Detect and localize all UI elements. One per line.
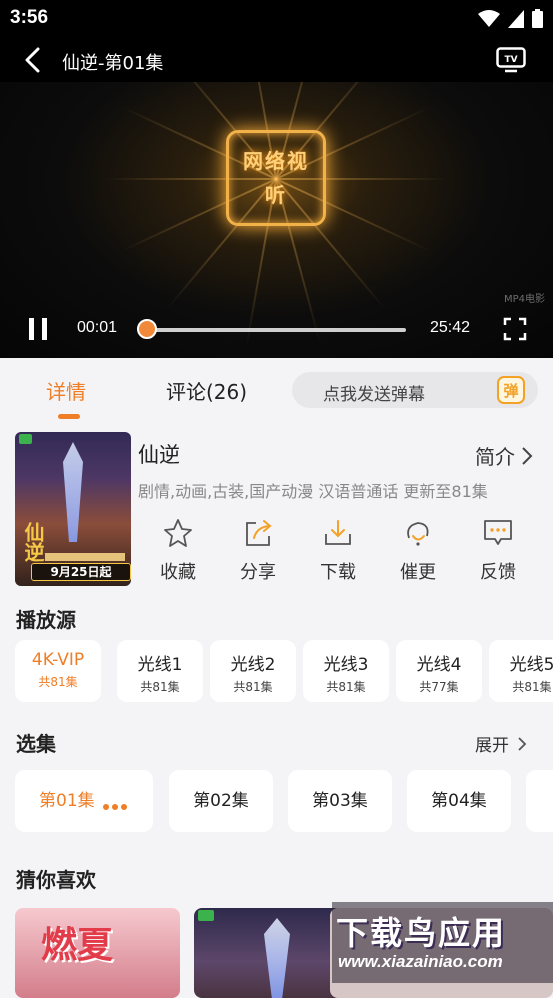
danmu-placeholder: 点我发送弹幕	[323, 385, 425, 405]
broadcast-logo: 网络视听	[226, 130, 326, 226]
source-item[interactable]: 光线3 共81集	[303, 640, 389, 702]
back-arrow-icon[interactable]	[22, 47, 46, 73]
tab-details[interactable]: 详情	[46, 376, 86, 405]
sources-title: 播放源	[16, 608, 76, 632]
site-watermark: 下载鸟应用 www.xiazainiao.com	[332, 902, 553, 983]
download-button[interactable]: 下载	[303, 516, 373, 584]
cover-strip	[45, 553, 125, 561]
source-item[interactable]: 光线2 共81集	[210, 640, 296, 702]
progress-bar[interactable]	[146, 328, 406, 332]
show-cover[interactable]: 仙逆 9月25日起	[15, 432, 131, 586]
feedback-label: 反馈	[480, 562, 516, 583]
tab-comments[interactable]: 评论(26)	[166, 376, 247, 405]
recommend-card[interactable]: 燃夏	[15, 908, 180, 998]
logo-text: 网络视听	[243, 149, 309, 207]
episode-list: 第01集 第02集 第03集 第04集	[15, 770, 553, 832]
danmu-badge-icon[interactable]: 弹	[497, 376, 525, 404]
signal-icon	[508, 9, 524, 28]
recommend-poster-title: 燃夏	[41, 924, 114, 966]
share-button[interactable]: 分享	[223, 516, 293, 584]
cover-tag	[19, 434, 32, 444]
source-count: 共81集	[512, 680, 552, 694]
site-watermark-url: www.xiazainiao.com	[338, 952, 503, 971]
battery-icon	[532, 9, 543, 28]
intro-link[interactable]: 简介	[475, 441, 533, 470]
site-watermark-title: 下载鸟应用	[336, 914, 507, 952]
source-name: 光线2	[230, 655, 276, 675]
download-label: 下载	[320, 562, 356, 583]
playing-indicator-icon	[103, 804, 127, 810]
fullscreen-icon[interactable]	[503, 317, 527, 341]
tab-indicator	[58, 414, 80, 419]
duration: 25:42	[430, 319, 471, 336]
remind-icon	[407, 522, 429, 546]
action-row: 收藏 分享 下载 催更 反馈	[138, 516, 538, 586]
episode-label: 第04集	[431, 791, 487, 811]
recommend-title: 猜你喜欢	[16, 868, 96, 892]
source-name: 光线5	[509, 655, 553, 675]
episode-item[interactable]: 第01集	[15, 770, 153, 832]
feedback-button[interactable]: 反馈	[463, 516, 533, 584]
share-label: 分享	[240, 562, 276, 583]
video-title: 仙逆-第01集	[62, 53, 164, 74]
source-item[interactable]: 光线4 共77集	[396, 640, 482, 702]
star-icon	[164, 519, 192, 547]
show-title: 仙逆	[138, 443, 180, 467]
tab-bar: 详情 评论(26) 点我发送弹幕 弹	[0, 358, 553, 422]
source-name: 光线3	[323, 655, 369, 675]
episode-label: 第01集	[39, 791, 95, 811]
chevron-right-icon	[518, 736, 527, 751]
chevron-right-icon	[522, 446, 533, 465]
source-list: 4K-VIP 共81集 光线1 共81集 光线2 共81集 光线3 共81集 光…	[15, 640, 553, 702]
episode-item[interactable]: 第04集	[407, 770, 511, 832]
progress-thumb[interactable]	[137, 319, 157, 339]
source-item[interactable]: 光线1 共81集	[117, 640, 203, 702]
episode-item[interactable]: 第02集	[169, 770, 273, 832]
wifi-icon	[478, 9, 500, 27]
recommend-tag	[198, 910, 215, 921]
source-item[interactable]: 4K-VIP 共81集	[15, 640, 101, 702]
player-controls: 00:01 25:42	[0, 300, 553, 358]
source-count: 共77集	[419, 680, 459, 694]
svg-text:TV: TV	[504, 55, 517, 65]
source-item[interactable]: 光线5 共81集	[489, 640, 553, 702]
status-time: 3:56	[10, 7, 49, 28]
intro-label: 简介	[475, 445, 515, 469]
expand-label: 展开	[475, 736, 509, 756]
episode-label: 第03集	[312, 791, 368, 811]
episodes-title: 选集	[16, 732, 56, 756]
danmu-input[interactable]: 点我发送弹幕 弹	[292, 372, 538, 408]
recommend-poster-art	[264, 918, 290, 998]
episode-item[interactable]	[526, 770, 553, 832]
source-name: 光线1	[137, 655, 183, 675]
pause-icon[interactable]	[28, 318, 48, 340]
feedback-icon	[484, 520, 512, 545]
title-bar: 仙逆-第01集 TV	[0, 38, 553, 82]
source-count: 共81集	[326, 680, 366, 694]
source-name: 4K-VIP	[31, 650, 85, 670]
source-count: 共81集	[38, 675, 78, 689]
download-icon	[325, 520, 351, 545]
collect-button[interactable]: 收藏	[143, 516, 213, 584]
current-time: 00:01	[77, 319, 118, 336]
detail-panel: 详情 评论(26) 点我发送弹幕 弹 仙逆 9月25日起 仙逆 简介 剧情,动画…	[0, 358, 553, 998]
show-tags: 剧情,动画,古装,国产动漫 汉语普通话 更新至81集	[138, 482, 488, 501]
cover-art	[63, 442, 83, 542]
episode-label: 第02集	[193, 791, 249, 811]
remind-button[interactable]: 催更	[383, 516, 453, 584]
episode-item[interactable]: 第03集	[288, 770, 392, 832]
source-count: 共81集	[233, 680, 273, 694]
expand-button[interactable]: 展开	[475, 731, 527, 756]
tv-cast-icon[interactable]: TV	[496, 47, 526, 73]
source-count: 共81集	[140, 680, 180, 694]
collect-label: 收藏	[160, 562, 196, 583]
status-bar: 3:56	[0, 0, 553, 38]
share-icon	[246, 520, 272, 546]
status-icons	[478, 9, 543, 28]
cover-date: 9月25日起	[31, 563, 131, 581]
source-name: 光线4	[416, 655, 462, 675]
cover-title: 仙逆	[21, 522, 45, 562]
remind-label: 催更	[400, 562, 436, 583]
